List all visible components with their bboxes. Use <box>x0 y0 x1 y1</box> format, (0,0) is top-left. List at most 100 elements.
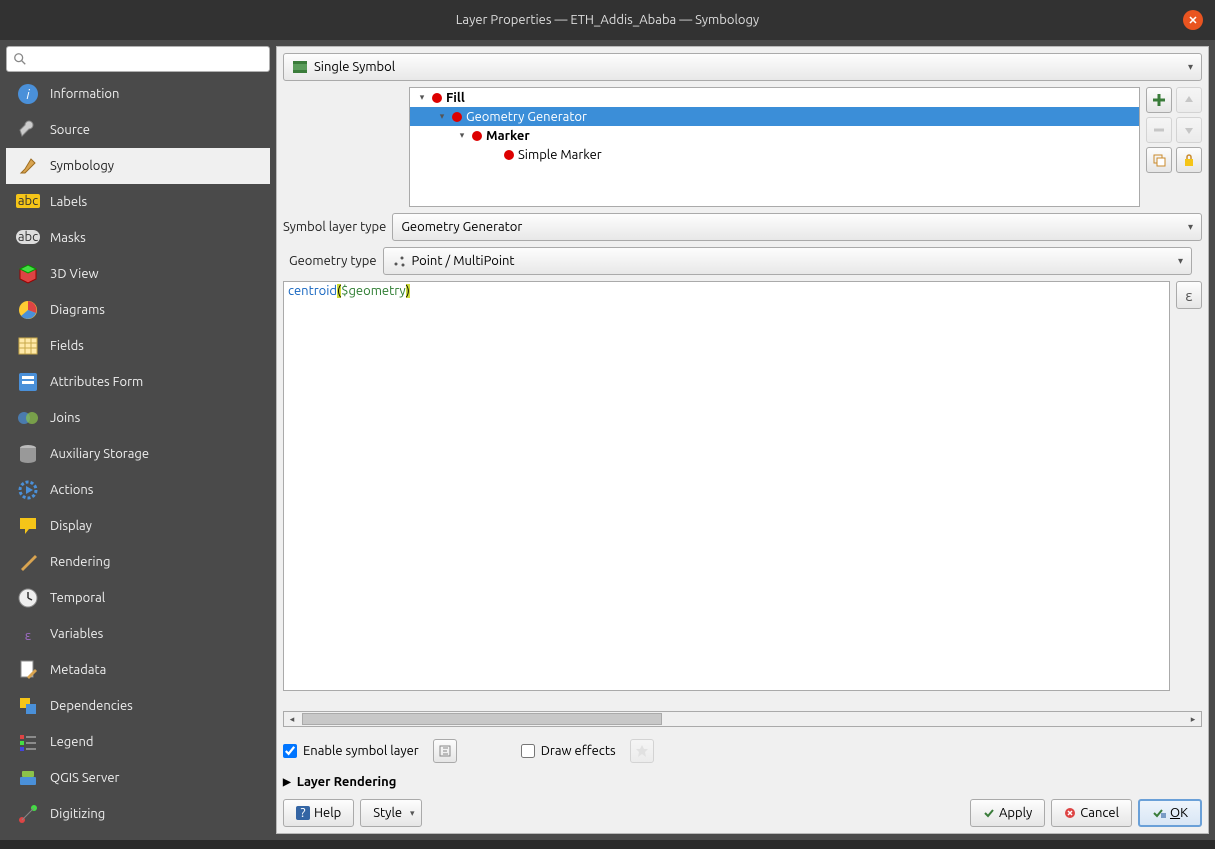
enable-symbol-layer-checkbox[interactable] <box>283 744 297 758</box>
close-button[interactable]: ✕ <box>1183 10 1203 30</box>
sidebar-item-symbology[interactable]: Symbology <box>6 148 270 184</box>
renderer-dropdown[interactable]: Single Symbol <box>283 53 1202 81</box>
style-button[interactable]: Style ▾ <box>360 799 421 827</box>
symbol-swatch-icon <box>432 93 442 103</box>
sidebar-item-display[interactable]: Display <box>6 508 270 544</box>
symbol-layer-type-value: Geometry Generator <box>401 220 522 234</box>
cancel-button[interactable]: Cancel <box>1051 799 1132 827</box>
epsilon-icon: ε <box>16 622 40 646</box>
symbol-layer-type-label: Symbol layer type <box>283 220 386 234</box>
add-layer-button[interactable] <box>1146 87 1172 113</box>
editor-horizontal-scrollbar[interactable]: ◂ ▸ <box>283 711 1202 727</box>
stack-icon <box>16 694 40 718</box>
symbol-layer-type-dropdown[interactable]: Geometry Generator <box>392 213 1202 241</box>
effects-button[interactable] <box>630 739 654 763</box>
sidebar-item-label: 3D View <box>50 267 99 281</box>
sidebar-item-label: Digitizing <box>50 807 105 821</box>
arrow-down-icon <box>1183 124 1195 136</box>
sidebar-item-masks[interactable]: abc Masks <box>6 220 270 256</box>
join-icon <box>16 406 40 430</box>
collapse-icon[interactable]: ▾ <box>436 111 448 122</box>
help-label: Help <box>314 806 341 820</box>
sidebar-item-digitizing[interactable]: Digitizing <box>6 796 270 832</box>
move-down-button[interactable] <box>1176 117 1202 143</box>
scroll-right-icon[interactable]: ▸ <box>1185 714 1201 725</box>
sidebar-item-auxiliary-storage[interactable]: Auxiliary Storage <box>6 436 270 472</box>
search-icon <box>13 52 27 66</box>
window-title: Layer Properties — ETH_Addis_Ababa — Sym… <box>456 13 759 27</box>
lock-layer-button[interactable] <box>1176 147 1202 173</box>
point-icon <box>392 254 406 268</box>
table-icon <box>16 334 40 358</box>
sidebar-item-labels[interactable]: abc Labels <box>6 184 270 220</box>
sidebar-item-joins[interactable]: Joins <box>6 400 270 436</box>
layer-rendering-label: Layer Rendering <box>297 775 397 789</box>
options-row: Enable symbol layer Draw effects <box>283 739 1202 763</box>
minus-icon <box>1152 123 1166 137</box>
paintbrush-icon <box>16 550 40 574</box>
enable-symbol-layer-group: Enable symbol layer <box>283 739 457 763</box>
collapse-icon[interactable]: ▾ <box>456 130 468 141</box>
sidebar-item-variables[interactable]: ε Variables <box>6 616 270 652</box>
draw-effects-group: Draw effects <box>521 739 654 763</box>
sidebar-item-diagrams[interactable]: Diagrams <box>6 292 270 328</box>
sidebar-item-information[interactable]: i Information <box>6 76 270 112</box>
scroll-left-icon[interactable]: ◂ <box>284 714 300 725</box>
sidebar-item-3dview[interactable]: 3D View <box>6 256 270 292</box>
layer-rendering-section[interactable]: ▶ Layer Rendering <box>283 775 1202 789</box>
sidebar-item-actions[interactable]: Actions <box>6 472 270 508</box>
sidebar-list: i Information Source Symbology abc Label… <box>6 76 270 834</box>
data-defined-icon <box>438 744 452 758</box>
titlebar: Layer Properties — ETH_Addis_Ababa — Sym… <box>0 0 1215 40</box>
sidebar-item-source[interactable]: Source <box>6 112 270 148</box>
tree-item-marker[interactable]: ▾ Marker <box>410 126 1139 145</box>
sidebar-item-label: Display <box>50 519 92 533</box>
sidebar-item-label: Metadata <box>50 663 106 677</box>
scroll-thumb[interactable] <box>302 713 662 725</box>
lock-icon <box>1182 153 1196 167</box>
expression-editor[interactable]: centroid($geometry) <box>283 281 1170 691</box>
help-button[interactable]: ? Help <box>283 799 354 827</box>
symbol-layer-type-row: Symbol layer type Geometry Generator <box>283 213 1202 241</box>
search-box[interactable] <box>6 46 270 72</box>
sidebar-item-metadata[interactable]: Metadata <box>6 652 270 688</box>
ok-button[interactable]: OOKK <box>1138 799 1202 827</box>
sidebar-item-label: Actions <box>50 483 93 497</box>
remove-layer-button[interactable] <box>1146 117 1172 143</box>
tooltip-icon <box>16 514 40 538</box>
sidebar-item-dependencies[interactable]: Dependencies <box>6 688 270 724</box>
tree-label: Marker <box>486 129 530 143</box>
geometry-type-value: Point / MultiPoint <box>412 254 515 268</box>
tree-item-simple-marker[interactable]: Simple Marker <box>410 145 1139 164</box>
ok-icon <box>1152 807 1166 819</box>
svg-text:abc: abc <box>18 194 38 208</box>
epsilon-icon: ε <box>1185 287 1193 304</box>
sidebar-item-temporal[interactable]: Temporal <box>6 580 270 616</box>
expression-builder-button[interactable]: ε <box>1176 281 1202 309</box>
chevron-right-icon: ▶ <box>283 776 291 788</box>
geometry-type-dropdown[interactable]: Point / MultiPoint <box>383 247 1192 275</box>
move-up-button[interactable] <box>1176 87 1202 113</box>
sidebar-item-fields[interactable]: Fields <box>6 328 270 364</box>
sidebar-item-rendering[interactable]: Rendering <box>6 544 270 580</box>
draw-effects-label: Draw effects <box>541 744 616 758</box>
tree-item-geometry-generator[interactable]: ▾ Geometry Generator <box>410 107 1139 126</box>
data-defined-button[interactable] <box>433 739 457 763</box>
duplicate-layer-button[interactable] <box>1146 147 1172 173</box>
collapse-icon[interactable]: ▾ <box>416 92 428 103</box>
plus-icon <box>1152 93 1166 107</box>
apply-button[interactable]: Apply <box>970 799 1045 827</box>
enable-symbol-layer-label: Enable symbol layer <box>303 744 419 758</box>
search-input[interactable] <box>33 52 263 66</box>
sidebar-item-label: Temporal <box>50 591 105 605</box>
sidebar-item-label: Legend <box>50 735 93 749</box>
svg-text:ε: ε <box>25 629 32 643</box>
sidebar-item-attributes-form[interactable]: Attributes Form <box>6 364 270 400</box>
draw-effects-checkbox[interactable] <box>521 744 535 758</box>
sidebar-item-qgis-server[interactable]: QGIS Server <box>6 760 270 796</box>
single-symbol-icon <box>292 59 308 75</box>
tree-item-fill[interactable]: ▾ Fill <box>410 88 1139 107</box>
main: i Information Source Symbology abc Label… <box>0 40 1215 840</box>
sidebar-item-legend[interactable]: Legend <box>6 724 270 760</box>
symbol-tree[interactable]: ▾ Fill ▾ Geometry Generator ▾ Marker <box>409 87 1140 207</box>
